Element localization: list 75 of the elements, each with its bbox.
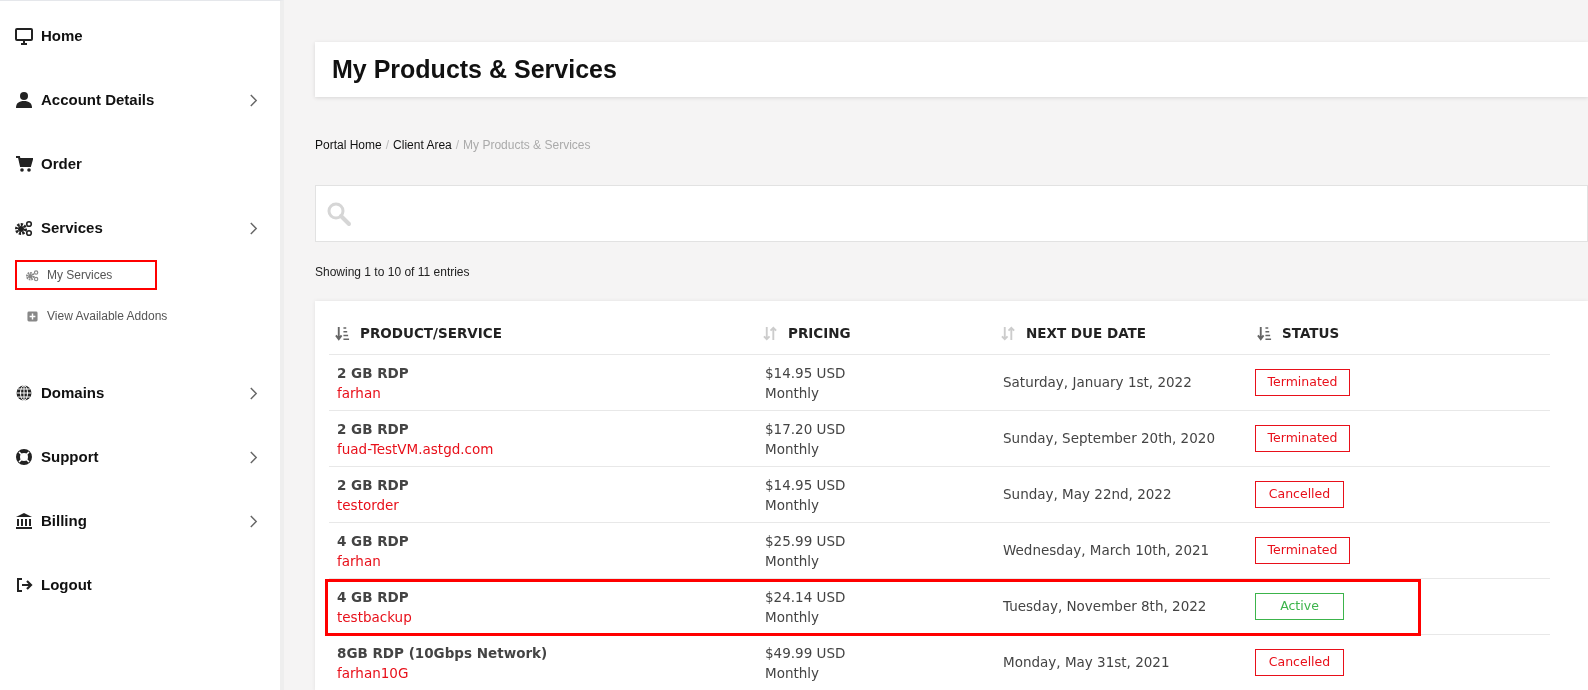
column-header[interactable]: STATUS — [1251, 323, 1550, 344]
status-badge: Cancelled — [1255, 481, 1344, 508]
sidebar-item[interactable]: Domains — [0, 380, 280, 406]
logout-icon — [15, 576, 33, 594]
service-link[interactable]: farhan — [337, 382, 381, 403]
price-text: $14.95 USD — [765, 363, 846, 383]
status-badge: Terminated — [1255, 537, 1350, 564]
entries-info: Showing 1 to 10 of 11 entries — [315, 264, 471, 281]
sidebar-item[interactable]: Services — [0, 215, 280, 241]
price-text: $49.99 USD — [765, 643, 846, 663]
column-header[interactable]: PRODUCT/SERVICE — [329, 323, 757, 344]
billing-cycle: Monthly — [765, 551, 820, 571]
monitor-icon — [15, 27, 33, 45]
sidebar-item[interactable]: Billing — [0, 508, 280, 534]
status-badge: Terminated — [1255, 369, 1350, 396]
service-link[interactable]: fuad-TestVM.astgd.com — [337, 438, 494, 459]
price-text: $24.14 USD — [765, 587, 846, 607]
breadcrumb-separator: / — [455, 137, 460, 154]
due-date: Sunday, May 22nd, 2022 — [1003, 486, 1172, 503]
product-name: 2 GB RDP — [337, 363, 410, 383]
column-header[interactable]: NEXT DUE DATE — [995, 323, 1251, 344]
gears-icon — [15, 219, 33, 237]
billing-cycle: Monthly — [765, 663, 820, 683]
page-title: My Products & Services — [332, 53, 617, 85]
breadcrumb-link[interactable]: Portal Home — [315, 136, 382, 154]
billing-cycle: Monthly — [765, 495, 820, 515]
sidebar-item[interactable]: Account Details — [0, 87, 280, 113]
plus-square-icon — [26, 309, 39, 323]
table-row[interactable]: 2 GB RDP testorder $14.95 USD Monthly Sunday, May 22nd, 2022 Cancelled — [329, 467, 1550, 523]
billing-cycle: Monthly — [765, 383, 820, 403]
status-badge: Active — [1255, 593, 1344, 620]
table-row[interactable]: 8GB RDP (10Gbps Network) farhan10G $49.99 USD Monthly Monday, May 31st, 2021 Cancelled — [329, 635, 1550, 690]
due-date: Wednesday, March 10th, 2021 — [1003, 542, 1210, 559]
sidebar-item[interactable]: Logout — [0, 572, 280, 598]
status-badge: Terminated — [1255, 425, 1350, 452]
status-badge: Cancelled — [1255, 649, 1344, 676]
due-date: Sunday, September 20th, 2020 — [1003, 430, 1215, 447]
user-icon — [15, 91, 33, 109]
product-name: 4 GB RDP — [337, 587, 410, 607]
product-name: 2 GB RDP — [337, 475, 410, 495]
table-row[interactable]: 4 GB RDP farhan $25.99 USD Monthly Wednesday, March 10th, 2021 Terminated — [329, 523, 1550, 579]
due-date: Monday, May 31st, 2021 — [1003, 654, 1170, 671]
table-row[interactable]: 2 GB RDP fuad-TestVM.astgd.com $17.20 USD Monthly Sunday, September 20th, 2020 Terminated — [329, 411, 1550, 467]
column-header[interactable]: PRICING — [757, 323, 995, 344]
sidebar-item[interactable]: Order — [0, 151, 280, 177]
search-icon — [326, 200, 352, 227]
product-name: 2 GB RDP — [337, 419, 410, 439]
price-text: $17.20 USD — [765, 419, 846, 439]
price-text: $14.95 USD — [765, 475, 846, 495]
submenu-item[interactable]: My Services — [15, 260, 157, 290]
service-link[interactable]: farhan10G — [337, 662, 409, 683]
billing-cycle: Monthly — [765, 607, 820, 627]
table-row[interactable]: 2 GB RDP farhan $14.95 USD Monthly Saturday, January 1st, 2022 Terminated — [329, 355, 1550, 411]
gears-icon — [26, 268, 39, 282]
submenu-item[interactable]: View Available Addons — [15, 301, 280, 331]
sidebar-item[interactable]: Home — [0, 23, 280, 49]
breadcrumb-current: My Products & Services — [463, 137, 591, 154]
service-link[interactable]: testbackup — [337, 606, 412, 627]
table-row[interactable]: 4 GB RDP testbackup $24.14 USD Monthly Tuesday, November 8th, 2022 Active — [329, 579, 1550, 635]
lifebuoy-icon — [15, 448, 33, 466]
search-field[interactable] — [315, 185, 1588, 242]
sidebar-item[interactable]: Support — [0, 444, 280, 470]
bank-icon — [15, 512, 33, 530]
cart-icon — [15, 155, 33, 173]
billing-cycle: Monthly — [765, 439, 820, 459]
service-link[interactable]: farhan — [337, 550, 381, 571]
globe-icon — [15, 384, 33, 402]
breadcrumb-separator: / — [385, 137, 390, 154]
service-link[interactable]: testorder — [337, 494, 399, 515]
due-date: Saturday, January 1st, 2022 — [1003, 374, 1192, 391]
product-name: 4 GB RDP — [337, 531, 410, 551]
due-date: Tuesday, November 8th, 2022 — [1003, 598, 1207, 615]
product-name: 8GB RDP (10Gbps Network) — [337, 643, 549, 663]
price-text: $25.99 USD — [765, 531, 846, 551]
breadcrumb-link[interactable]: Client Area — [393, 136, 452, 154]
